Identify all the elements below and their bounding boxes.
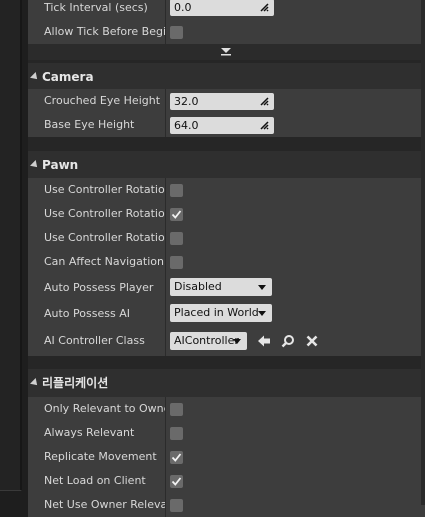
advanced-expander[interactable] (28, 44, 425, 60)
can-affect-navigation-checkbox[interactable] (170, 256, 183, 269)
property-row-net-load-on-client: Net Load on Client (28, 469, 425, 493)
property-row-use-controller-rotation-yaw: Use Controller Rotation Yaw (28, 202, 425, 226)
details-panel: Tick Interval (secs) 0.0 Allow Tick Befo… (28, 0, 425, 517)
property-label: Auto Possess Player (44, 281, 154, 294)
resize-grip-icon (260, 121, 269, 130)
resize-grip-icon (260, 97, 269, 106)
category-replication[interactable]: 리플리케이션 (28, 368, 425, 397)
use-controller-rotation-roll-checkbox[interactable] (170, 232, 183, 245)
checkmark-icon (171, 453, 182, 462)
property-row-ai-controller-class: AI Controller Class AIController (28, 326, 425, 356)
property-row-use-controller-rotation-roll: Use Controller Rotation Roll (28, 226, 425, 250)
property-label: Use Controller Rotation Yaw (44, 207, 165, 220)
chevron-down-icon (233, 339, 241, 344)
tick-interval-value: 0.0 (174, 1, 192, 14)
magnifier-icon[interactable] (281, 334, 295, 348)
allow-tick-checkbox[interactable] (170, 26, 183, 39)
property-row-replicate-movement: Replicate Movement (28, 445, 425, 469)
property-label: Use Controller Rotation Roll (44, 231, 165, 244)
property-row-use-controller-rotation-pitch: Use Controller Rotation Pitch (28, 178, 425, 202)
use-controller-rotation-yaw-checkbox[interactable] (170, 208, 183, 221)
tick-interval-input[interactable]: 0.0 (170, 0, 274, 16)
category-title: Pawn (42, 158, 79, 172)
property-label: Replicate Movement (44, 450, 157, 463)
replicate-movement-checkbox[interactable] (170, 451, 183, 464)
only-relevant-to-owner-checkbox[interactable] (170, 403, 183, 416)
always-relevant-checkbox[interactable] (170, 427, 183, 440)
dropdown-value: AIController (174, 334, 239, 347)
property-row-allow-tick-before-begin: Allow Tick Before Begin (28, 20, 425, 44)
property-label: Net Load on Client (44, 474, 146, 487)
crouched-eye-height-input[interactable]: 32.0 (170, 93, 274, 110)
collapse-arrow-icon (30, 378, 40, 388)
category-title: 리플리케이션 (42, 376, 109, 390)
property-label: Auto Possess AI (44, 307, 130, 320)
arrow-left-icon[interactable] (257, 334, 271, 348)
property-label: Base Eye Height (44, 118, 135, 131)
collapse-arrow-icon (30, 160, 40, 170)
property-row-can-affect-navigation: Can Affect Navigation Generation (28, 250, 425, 274)
property-label: Use Controller Rotation Pitch (44, 183, 165, 196)
property-label: Net Use Owner Relevancy (44, 498, 165, 511)
checkmark-icon (171, 210, 182, 219)
x-icon[interactable] (305, 334, 319, 348)
property-row-net-use-owner-relevancy: Net Use Owner Relevancy (28, 493, 425, 517)
property-label: Tick Interval (secs) (44, 1, 148, 14)
base-eye-height-input[interactable]: 64.0 (170, 117, 274, 134)
property-label: Allow Tick Before Begin (44, 25, 165, 38)
crouched-eye-height-value: 32.0 (174, 95, 199, 108)
scrollbar[interactable] (421, 0, 425, 505)
property-label: AI Controller Class (44, 334, 145, 347)
resize-grip-icon (260, 3, 269, 12)
chevron-down-icon (258, 285, 266, 290)
collapse-arrow-icon (30, 72, 40, 82)
property-row-crouched-eye-height: Crouched Eye Height 32.0 (28, 89, 425, 113)
viewport-edge (0, 0, 22, 491)
property-row-always-relevant: Always Relevant (28, 421, 425, 445)
category-pawn[interactable]: Pawn (28, 150, 425, 179)
property-label: Crouched Eye Height (44, 94, 161, 107)
property-row-only-relevant-to-owner: Only Relevant to Owner (28, 397, 425, 421)
dropdown-value: Placed in World (174, 306, 259, 319)
property-row-tick-interval: Tick Interval (secs) 0.0 (28, 0, 425, 20)
chevron-down-icon (221, 48, 231, 56)
auto-possess-ai-dropdown[interactable]: Placed in World (170, 304, 272, 322)
category-title: Camera (42, 70, 94, 84)
category-camera[interactable]: Camera (28, 62, 425, 91)
base-eye-height-value: 64.0 (174, 119, 199, 132)
net-load-on-client-checkbox[interactable] (170, 475, 183, 488)
use-controller-rotation-pitch-checkbox[interactable] (170, 184, 183, 197)
net-use-owner-relevancy-checkbox[interactable] (170, 499, 183, 512)
property-label: Only Relevant to Owner (44, 402, 165, 415)
property-row-auto-possess-player: Auto Possess Player Disabled (28, 274, 425, 300)
property-label: Can Affect Navigation Generation (44, 255, 165, 268)
checkmark-icon (171, 477, 182, 486)
ai-controller-class-dropdown[interactable]: AIController (170, 332, 247, 350)
chevron-down-icon (258, 311, 266, 316)
property-label: Always Relevant (44, 426, 135, 439)
property-row-base-eye-height: Base Eye Height 64.0 (28, 113, 425, 137)
auto-possess-player-dropdown[interactable]: Disabled (170, 278, 272, 296)
property-row-auto-possess-ai: Auto Possess AI Placed in World (28, 300, 425, 326)
dropdown-value: Disabled (174, 280, 222, 293)
